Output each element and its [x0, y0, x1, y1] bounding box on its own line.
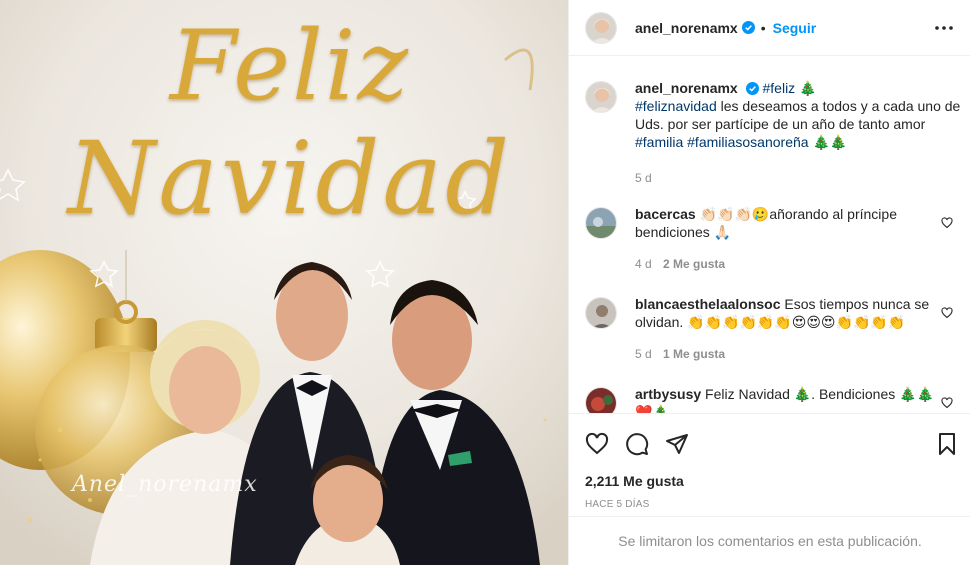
- hashtag-familia[interactable]: #familia: [635, 134, 683, 150]
- heart-icon[interactable]: [585, 432, 609, 456]
- caption-meta: 5 d: [635, 169, 965, 187]
- more-options-icon[interactable]: [933, 17, 955, 39]
- comments-limited-text: Se limitaron los comentarios en esta pub…: [618, 533, 922, 549]
- hashtag-feliznavidad[interactable]: #feliznavidad: [635, 98, 717, 114]
- comment-body: blancaesthelaalonsoc Esos tiempos nunca …: [635, 295, 935, 363]
- comments-section[interactable]: anel_norenamx #feliz 🎄 #feliznavidad les…: [569, 57, 970, 413]
- hashtag-familiasosanorena[interactable]: #familiasosanoreña: [687, 134, 808, 150]
- save-icon[interactable]: [935, 432, 959, 456]
- commenter-avatar[interactable]: [585, 207, 617, 239]
- comment-icon[interactable]: [625, 432, 649, 456]
- comment-likes[interactable]: 1 Me gusta: [663, 347, 725, 361]
- comment-item: blancaesthelaalonsoc Esos tiempos nunca …: [585, 295, 965, 363]
- follow-button[interactable]: Seguir: [773, 20, 817, 36]
- instagram-post: Feliz Navidad Anel_norenamx anel_norenam…: [0, 0, 970, 565]
- caption-trailing-emoji: 🎄🎄: [812, 134, 848, 150]
- heart-icon[interactable]: [941, 217, 953, 229]
- verified-icon: [741, 21, 755, 34]
- caption-emoji: 🎄: [799, 80, 817, 96]
- commenter-avatar[interactable]: [585, 297, 617, 329]
- likes-count[interactable]: 2,211 Me gusta: [585, 473, 684, 489]
- verified-icon: [745, 82, 759, 95]
- image-watermark: Anel_norenamx: [72, 472, 258, 497]
- author-avatar[interactable]: [585, 11, 617, 44]
- post-image[interactable]: Feliz Navidad Anel_norenamx: [0, 0, 568, 565]
- comment-time[interactable]: 4 d: [635, 257, 652, 271]
- comment-time[interactable]: 5 d: [635, 347, 652, 361]
- comment-likes[interactable]: 2 Me gusta: [663, 257, 725, 271]
- heart-icon[interactable]: [941, 307, 953, 319]
- caption-avatar[interactable]: [585, 81, 617, 113]
- caption-time[interactable]: 5 d: [635, 171, 652, 185]
- comment-body: artbysusy Feliz Navidad 🎄. Bendiciones 🎄…: [635, 385, 935, 413]
- comment-username[interactable]: bacercas: [635, 206, 696, 222]
- post-details-panel: anel_norenamx • Seguir anel_norenamx #fe…: [568, 0, 970, 565]
- post-actions: 2,211 Me gusta HACE 5 DÍAS: [569, 413, 970, 516]
- author-username[interactable]: anel_norenamx: [635, 20, 738, 36]
- comment-meta: 5 d 1 Me gusta: [635, 345, 935, 363]
- header-separator: •: [760, 19, 766, 36]
- comment-item: bacercas 👏🏻👏🏻👏🏻🥲añorando al príncipe ben…: [585, 205, 965, 273]
- post-time[interactable]: HACE 5 DÍAS: [585, 499, 649, 510]
- post-caption: anel_norenamx #feliz 🎄 #feliznavidad les…: [585, 79, 965, 187]
- share-icon[interactable]: [665, 432, 689, 456]
- comment-username[interactable]: artbysusy: [635, 386, 701, 402]
- comment-body: bacercas 👏🏻👏🏻👏🏻🥲añorando al príncipe ben…: [635, 205, 935, 273]
- comment-item: artbysusy Feliz Navidad 🎄. Bendiciones 🎄…: [585, 385, 965, 413]
- comments-limited-notice: Se limitaron los comentarios en esta pub…: [569, 516, 970, 565]
- comment-meta: 4 d 2 Me gusta: [635, 255, 935, 273]
- caption-body: anel_norenamx #feliz 🎄 #feliznavidad les…: [635, 79, 965, 187]
- heart-icon[interactable]: [941, 397, 953, 409]
- commenter-avatar[interactable]: [585, 387, 617, 413]
- comment-username[interactable]: blancaesthelaalonsoc: [635, 296, 781, 312]
- hashtag-feliz[interactable]: #feliz: [763, 80, 796, 96]
- post-header: anel_norenamx • Seguir: [569, 0, 970, 56]
- caption-username[interactable]: anel_norenamx: [635, 80, 738, 96]
